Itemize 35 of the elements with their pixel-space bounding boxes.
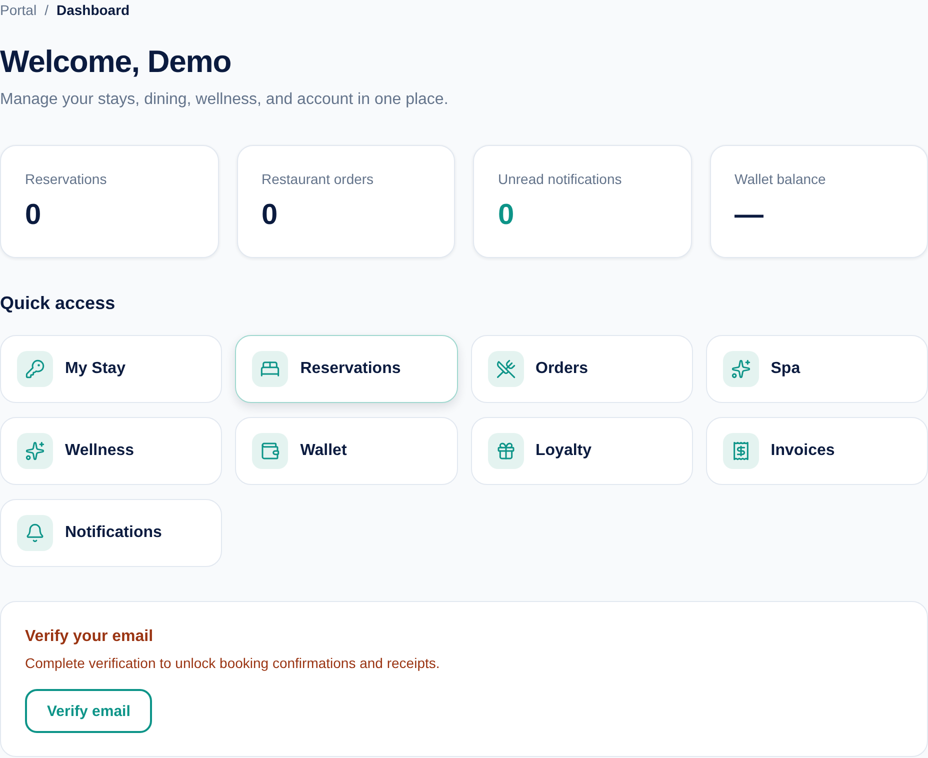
quick-access-card[interactable]: Wallet: [235, 417, 458, 485]
quick-access-card[interactable]: Spa: [706, 335, 928, 403]
fork-knife-icon: [488, 351, 524, 387]
wallet-icon: [252, 433, 288, 469]
quick-access-card[interactable]: Wellness: [0, 417, 222, 485]
breadcrumb-link[interactable]: Portal: [0, 0, 37, 20]
breadcrumb-current: Dashboard: [56, 1, 130, 20]
banner-title: Verify your email: [25, 627, 154, 647]
stat-value: 0: [262, 198, 278, 232]
stat-label: Wallet balance: [734, 170, 826, 189]
breadcrumb-separator: /: [44, 1, 48, 20]
verify-email-button[interactable]: Verify email: [25, 689, 152, 733]
stat-value: —: [734, 198, 764, 232]
bed-icon: [252, 351, 288, 387]
stat-value: 0: [25, 198, 42, 232]
stat-value: 0: [498, 198, 514, 232]
bell-icon: [17, 515, 53, 551]
quick-access-card[interactable]: Loyalty: [470, 417, 693, 485]
section-title: Quick access: [0, 292, 116, 315]
page-subtitle: Manage your stays, dining, wellness, and account in one place.: [0, 90, 450, 110]
quick-access-card[interactable]: My Stay: [0, 335, 222, 403]
key-icon: [17, 351, 53, 387]
gift-icon: [488, 433, 524, 469]
stat-label: Restaurant orders: [262, 170, 374, 189]
banner-text: Complete verification to unlock booking confirmations and receipts.: [25, 654, 440, 673]
page-title: Welcome, Demo: [0, 44, 232, 80]
receipt-icon: [722, 433, 759, 469]
quick-access-card[interactable]: Reservations: [235, 335, 458, 403]
sparkle-icon: [722, 351, 759, 387]
sparkle-icon: [17, 433, 53, 469]
quick-access-card[interactable]: Notifications: [0, 499, 222, 567]
quick-access-card[interactable]: Invoices: [706, 417, 928, 485]
stat-label: Reservations: [25, 170, 107, 189]
quick-access-card[interactable]: Orders: [470, 335, 693, 403]
stat-label: Unread notifications: [498, 170, 622, 189]
